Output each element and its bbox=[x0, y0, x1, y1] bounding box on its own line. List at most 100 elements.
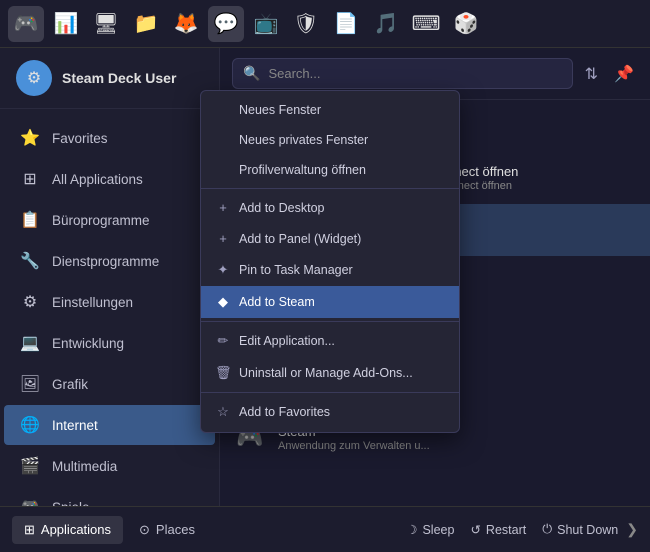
ctx-separator-11 bbox=[201, 392, 459, 393]
search-input[interactable] bbox=[268, 66, 561, 81]
ctx-separator-8 bbox=[201, 321, 459, 322]
bottom-action-icon-2: ⏻ bbox=[542, 522, 552, 537]
sidebar-label-8: Multimedia bbox=[52, 459, 117, 474]
sidebar-item-all-applications[interactable]: ⊞ All Applications bbox=[4, 159, 215, 199]
bottom-actions: ☽ Sleep ↺ Restart ⏻ Shut Down bbox=[406, 522, 618, 537]
sidebar-item-dienstprogramme[interactable]: 🔧 Dienstprogramme bbox=[4, 241, 215, 281]
ctx-item-add-to-desktop[interactable]: + Add to Desktop bbox=[201, 192, 459, 223]
file-icon[interactable]: 📄 bbox=[328, 6, 364, 42]
pin-button[interactable]: 📌 bbox=[610, 60, 638, 88]
kde-icon[interactable]: 🖥 bbox=[88, 6, 124, 42]
taskmanager-icon[interactable]: 📊 bbox=[48, 6, 84, 42]
ctx-label-4: Add to Desktop bbox=[239, 201, 324, 215]
main-layout: ⚙ Steam Deck User ⭐ Favorites⊞ All Appli… bbox=[0, 48, 650, 506]
search-input-wrap[interactable]: 🔍 bbox=[232, 58, 573, 89]
ctx-item-neues-privates-fenster[interactable]: Neues privates Fenster bbox=[201, 125, 459, 155]
bottom-action-label-1: Restart bbox=[486, 523, 526, 537]
sidebar-item-einstellungen[interactable]: ⚙ Einstellungen bbox=[4, 282, 215, 322]
files-icon[interactable]: 📁 bbox=[128, 6, 164, 42]
bottom-tab-places[interactable]: ⊙ Places bbox=[127, 516, 207, 544]
shield-icon[interactable]: 🛡 bbox=[288, 6, 324, 42]
sidebar-label-6: Grafik bbox=[52, 377, 88, 392]
ctx-icon-4: + bbox=[215, 200, 231, 215]
bottom-action-label-2: Shut Down bbox=[557, 523, 618, 537]
bottom-tab-label-0: Applications bbox=[41, 522, 111, 537]
ctx-icon-10: 🗑 bbox=[215, 365, 231, 381]
bottom-tab-applications[interactable]: ⊞ Applications bbox=[12, 516, 123, 544]
ctx-label-6: Pin to Task Manager bbox=[239, 263, 353, 277]
sidebar: ⚙ Steam Deck User ⭐ Favorites⊞ All Appli… bbox=[0, 48, 220, 506]
sidebar-label-7: Internet bbox=[52, 418, 98, 433]
sidebar-icon-5: 💻 bbox=[20, 333, 40, 353]
sidebar-icon-0: ⭐ bbox=[20, 128, 40, 148]
search-icon: 🔍 bbox=[243, 65, 260, 82]
ctx-label-9: Edit Application... bbox=[239, 334, 335, 348]
ctx-item-profilverwaltung-öffnen[interactable]: Profilverwaltung öffnen bbox=[201, 155, 459, 185]
sidebar-label-3: Dienstprogramme bbox=[52, 254, 159, 269]
ctx-separator-3 bbox=[201, 188, 459, 189]
app-desc-6: Anwendung zum Verwalten u... bbox=[278, 440, 636, 452]
content-area: 🔍 ⇅ 📌 💬 Discord Internet Messenger 📱 Ein… bbox=[220, 48, 650, 506]
ctx-label-5: Add to Panel (Widget) bbox=[239, 232, 361, 246]
bottom-action-icon-1: ↺ bbox=[470, 522, 480, 537]
sidebar-item-internet[interactable]: 🌐 Internet bbox=[4, 405, 215, 445]
filter-button[interactable]: ⇅ bbox=[581, 60, 602, 88]
steam-icon[interactable]: 🎲 bbox=[448, 6, 484, 42]
ctx-item-pin-to-task-manager[interactable]: ✦Pin to Task Manager bbox=[201, 254, 459, 286]
sidebar-icon-1: ⊞ bbox=[20, 169, 40, 189]
bottom-action-shut-down[interactable]: ⏻ Shut Down bbox=[542, 522, 618, 537]
spotify-icon[interactable]: 🎵 bbox=[368, 6, 404, 42]
sidebar-item-favorites[interactable]: ⭐ Favorites bbox=[4, 118, 215, 158]
sidebar-item-spiele[interactable]: 🎮 Spiele bbox=[4, 487, 215, 506]
sidebar-label-4: Einstellungen bbox=[52, 295, 133, 310]
ctx-icon-9: ✏ bbox=[215, 333, 231, 349]
taskbar: 🎮📊🖥📁🦊💬📺🛡📄🎵⌨🎲 bbox=[0, 0, 650, 48]
ctx-label-0: Neues Fenster bbox=[239, 103, 321, 117]
bottom-tab-icon-1: ⊙ bbox=[139, 522, 150, 538]
search-actions: ⇅ 📌 bbox=[581, 60, 638, 88]
sidebar-label-9: Spiele bbox=[52, 500, 90, 507]
sidebar-item-entwicklung[interactable]: 💻 Entwicklung bbox=[4, 323, 215, 363]
sidebar-icon-9: 🎮 bbox=[20, 497, 40, 506]
avatar-icon: ⚙ bbox=[27, 68, 41, 88]
bottom-action-icon-0: ☽ bbox=[406, 522, 417, 537]
sidebar-label-2: Büroprogramme bbox=[52, 213, 150, 228]
sidebar-icon-6: 🖼 bbox=[20, 374, 40, 394]
bottom-chevron-icon[interactable]: ❯ bbox=[626, 521, 638, 538]
sidebar-item-grafik[interactable]: 🖼 Grafik bbox=[4, 364, 215, 404]
user-header: ⚙ Steam Deck User bbox=[0, 48, 219, 109]
sidebar-icon-4: ⚙ bbox=[20, 292, 40, 312]
sidebar-icon-7: 🌐 bbox=[20, 415, 40, 435]
terminal-icon[interactable]: ⌨ bbox=[408, 6, 444, 42]
ctx-label-12: Add to Favorites bbox=[239, 405, 330, 419]
sidebar-item-büroprogramme[interactable]: 📋 Büroprogramme bbox=[4, 200, 215, 240]
ctx-label-7: Add to Steam bbox=[239, 295, 315, 309]
bottom-action-restart[interactable]: ↺ Restart bbox=[470, 522, 526, 537]
bottom-action-sleep[interactable]: ☽ Sleep bbox=[406, 522, 454, 537]
screen-icon[interactable]: 📺 bbox=[248, 6, 284, 42]
bottom-tab-icon-0: ⊞ bbox=[24, 522, 35, 538]
sidebar-label-5: Entwicklung bbox=[52, 336, 124, 351]
ctx-label-10: Uninstall or Manage Add-Ons... bbox=[239, 366, 413, 380]
bottom-bar: ⊞ Applications⊙ Places ☽ Sleep↺ Restart⏻… bbox=[0, 506, 650, 552]
bottom-tabs: ⊞ Applications⊙ Places bbox=[12, 516, 207, 544]
context-menu: Neues Fenster Neues privates FensterProfi… bbox=[200, 90, 460, 433]
bottom-tab-label-1: Places bbox=[156, 522, 195, 537]
ctx-item-add-to-panel-(widget)[interactable]: +Add to Panel (Widget) bbox=[201, 223, 459, 254]
sidebar-label-1: All Applications bbox=[52, 172, 143, 187]
ctx-item-add-to-steam[interactable]: ◆Add to Steam bbox=[201, 286, 459, 318]
ctx-item-uninstall-or-manage-add-ons[interactable]: 🗑 Uninstall or Manage Add-Ons... bbox=[201, 357, 459, 389]
sidebar-icon-8: 🎬 bbox=[20, 456, 40, 476]
ctx-item-edit-application[interactable]: ✏ Edit Application... bbox=[201, 325, 459, 357]
ctx-item-add-to-favorites[interactable]: ☆ Add to Favorites bbox=[201, 396, 459, 428]
sidebar-item-multimedia[interactable]: 🎬 Multimedia bbox=[4, 446, 215, 486]
steam-deck-icon[interactable]: 🎮 bbox=[8, 6, 44, 42]
avatar: ⚙ bbox=[16, 60, 52, 96]
bottom-action-label-0: Sleep bbox=[422, 523, 454, 537]
user-name: Steam Deck User bbox=[62, 70, 176, 86]
firefox-icon[interactable]: 🦊 bbox=[168, 6, 204, 42]
discord-icon[interactable]: 💬 bbox=[208, 6, 244, 42]
ctx-icon-12: ☆ bbox=[215, 404, 231, 420]
ctx-item-neues-fenster[interactable]: Neues Fenster bbox=[201, 95, 459, 125]
sidebar-icon-3: 🔧 bbox=[20, 251, 40, 271]
